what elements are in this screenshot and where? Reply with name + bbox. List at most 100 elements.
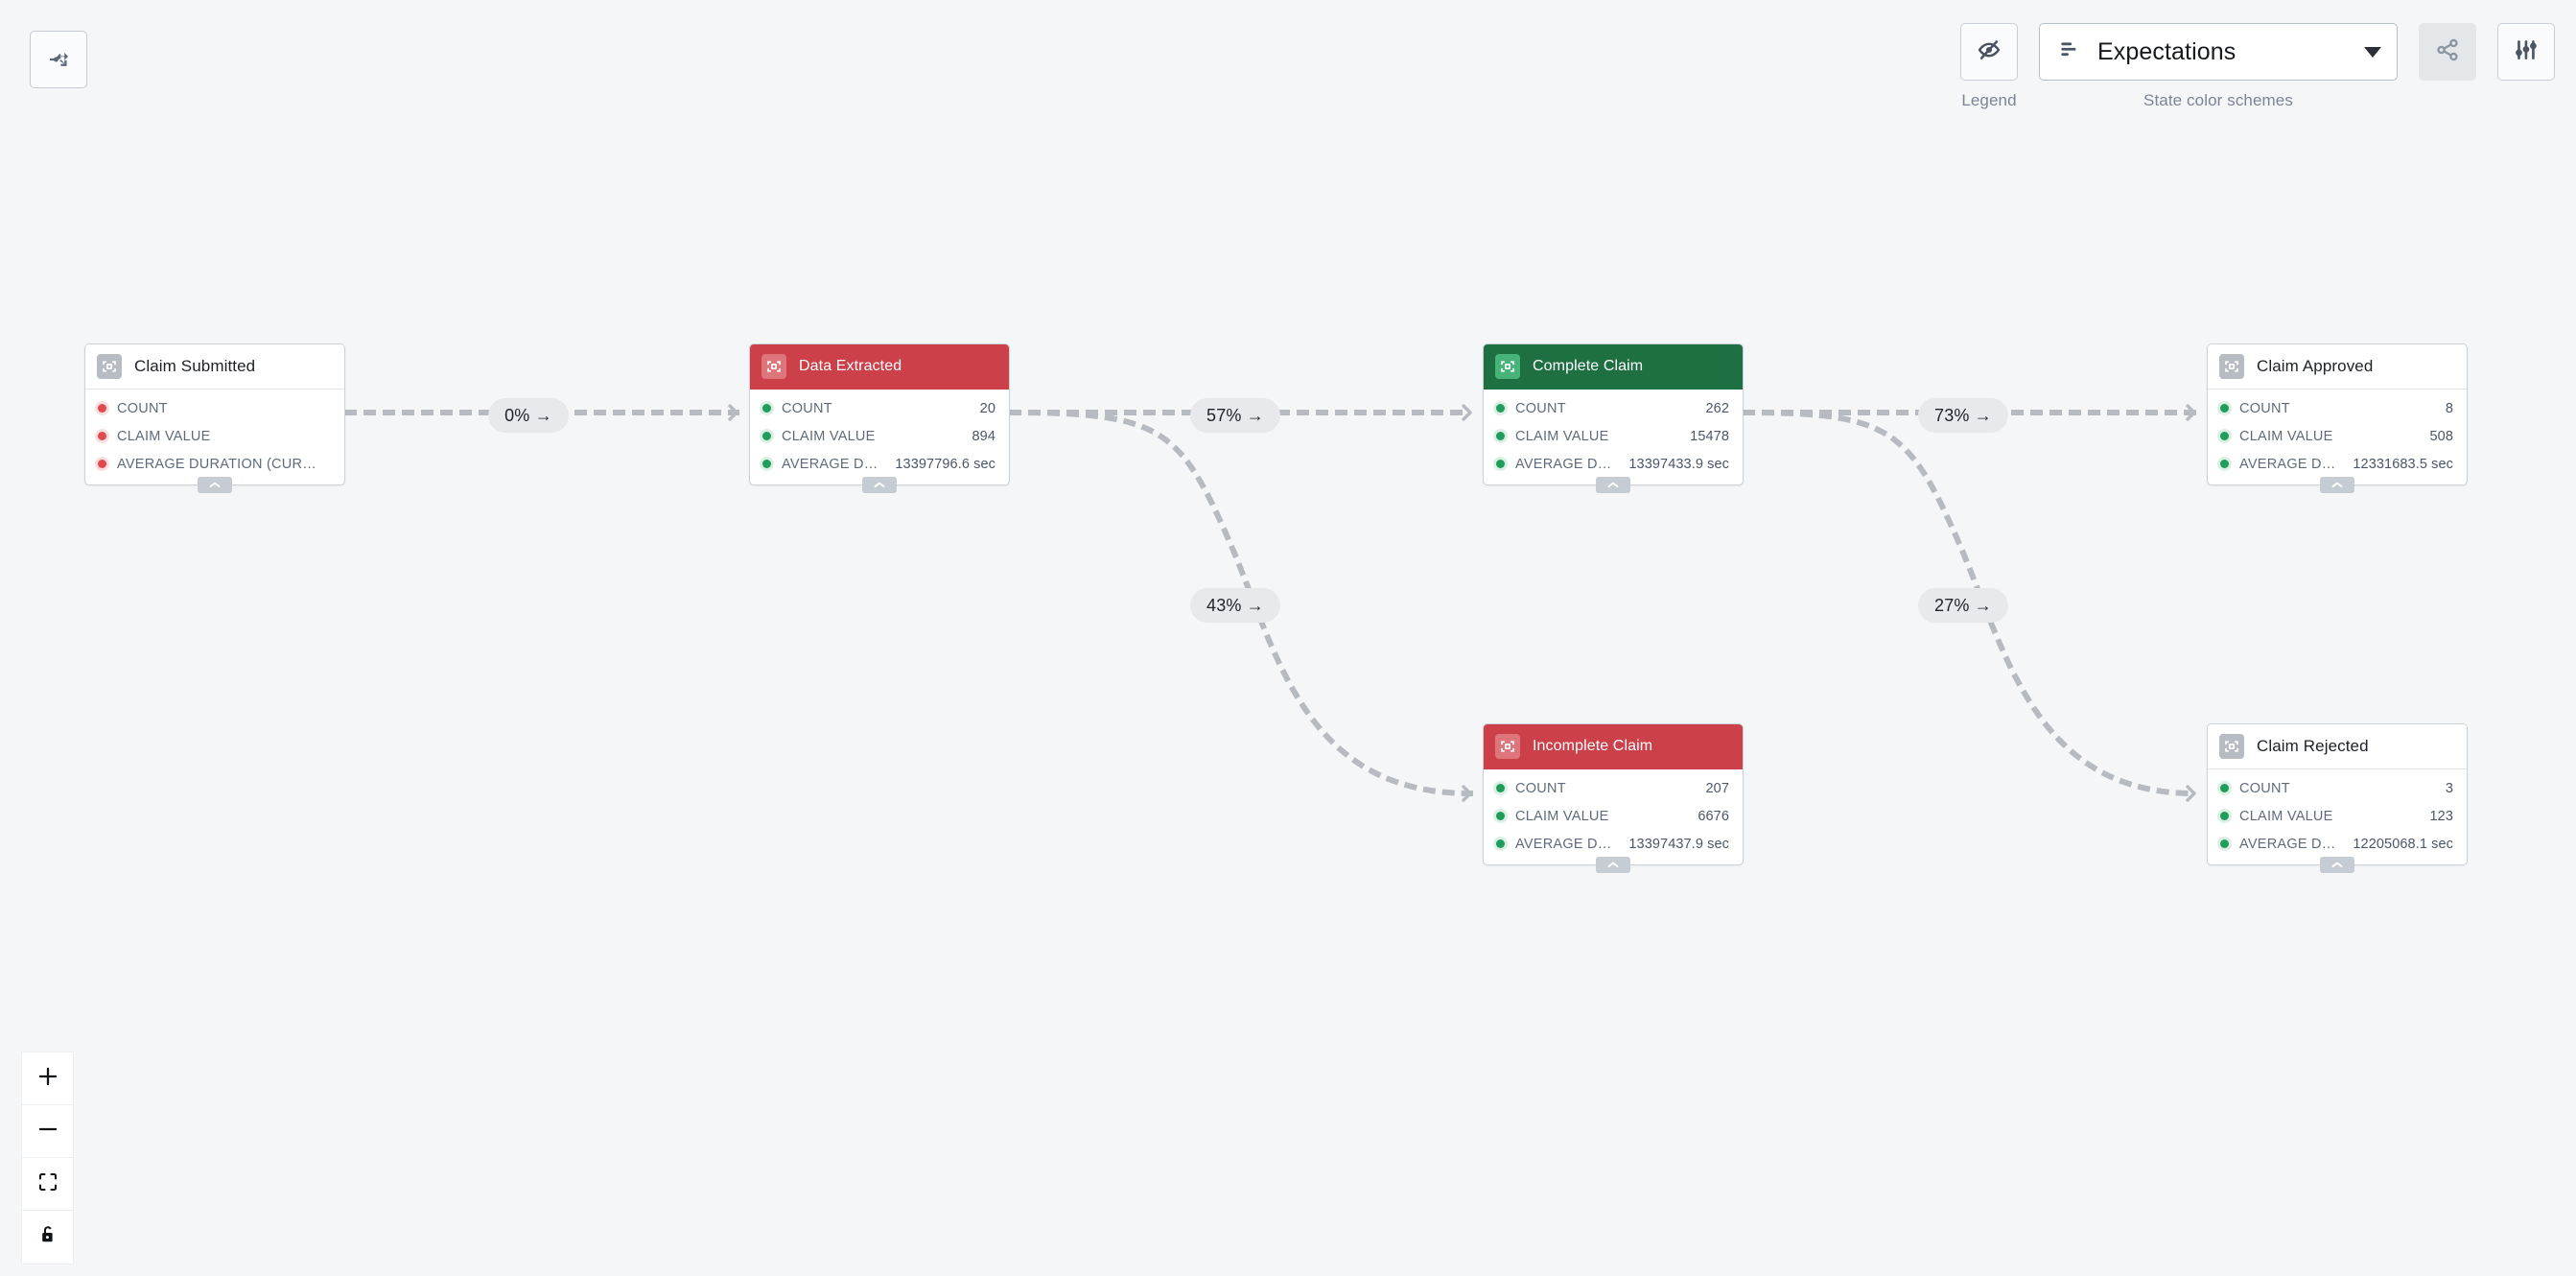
metric-row: AVERAGE DURATION (CURRENT) [85,450,344,478]
node-claim-approved[interactable]: Claim Approved COUNT 8 CLAIM VALUE 508 AVERAG… [2207,343,2468,493]
plus-icon [35,1064,60,1094]
node-claim-submitted[interactable]: Claim Submitted COUNT CLAIM VALUE AVERAGE D… [84,343,345,493]
zoom-out-button[interactable] [22,1105,73,1158]
zoom-controls [21,1052,74,1264]
metric-status-dot [98,432,106,440]
node-collapse-toggle[interactable] [2320,857,2354,873]
metric-label: AVERAGE DURATION (… [1515,456,1619,472]
node-header[interactable]: Claim Submitted [85,344,344,390]
metric-status-dot [762,460,771,468]
metric-value: 123 [2429,808,2453,824]
metric-status-dot [1496,839,1505,848]
metric-row: AVERAGE DURATION (… 13397433.9 sec [1484,450,1743,478]
metric-label: COUNT [1515,400,1566,416]
metric-status-dot [1496,812,1505,820]
metric-value: 262 [1705,400,1729,416]
metric-value: 13397796.6 sec [895,456,995,472]
metric-value: 12205068.1 sec [2353,836,2453,852]
state-scan-icon [761,354,786,379]
metric-row: AVERAGE DURATION (… 12331683.5 sec [2208,450,2467,478]
edge-label-e5[interactable]: 27% → [1917,588,2009,623]
metric-row: AVERAGE DURATION (… 13397796.6 sec [750,450,1009,478]
edge-layer [344,404,2198,802]
metric-row: CLAIM VALUE 894 [750,422,1009,450]
metric-label: AVERAGE DURATION (CURRENT) [117,456,321,472]
node-data-extracted[interactable]: Data Extracted COUNT 20 CLAIM VALUE 894 AVERA… [749,343,1010,493]
metric-status-dot [762,404,771,413]
metric-status-dot [2220,404,2229,413]
metric-value: 207 [1705,780,1729,796]
metric-row: AVERAGE DURATION (… 13397437.9 sec [1484,830,1743,858]
metric-status-dot [98,460,106,468]
zoom-in-button[interactable] [22,1052,73,1105]
node-claim-rejected[interactable]: Claim Rejected COUNT 3 CLAIM VALUE 123 AVERAG… [2207,723,2468,873]
node-collapse-toggle[interactable] [1596,857,1630,873]
metric-label: CLAIM VALUE [1515,808,1609,824]
metric-status-dot [2220,839,2229,848]
metric-label: CLAIM VALUE [2239,808,2333,824]
node-header[interactable]: Incomplete Claim [1484,724,1743,769]
state-scan-icon [1495,734,1520,759]
node-metrics: COUNT 8 CLAIM VALUE 508 AVERAGE DURATION (… 1… [2208,390,2467,484]
metric-label: CLAIM VALUE [782,428,876,444]
edge-label-e3[interactable]: 43% → [1189,588,1281,623]
node-metrics: COUNT CLAIM VALUE AVERAGE DURATION (CURREN… [85,390,344,484]
metric-row: COUNT [85,394,344,422]
minus-icon [35,1117,60,1146]
metric-status-dot [1496,784,1505,792]
flow-canvas[interactable]: Claim Submitted COUNT CLAIM VALUE AVERAGE D… [0,0,2576,1276]
node-header[interactable]: Claim Approved [2208,344,2467,390]
metric-value: 3 [2445,780,2453,796]
node-title: Claim Submitted [134,357,256,375]
metric-row: CLAIM VALUE 123 [2208,802,2467,830]
metric-status-dot [2220,784,2229,792]
metric-row: COUNT 8 [2208,394,2467,422]
node-collapse-toggle[interactable] [862,477,897,493]
metric-status-dot [98,404,106,413]
node-incomplete-claim[interactable]: Incomplete Claim COUNT 207 CLAIM VALUE 6676 A… [1483,723,1744,873]
node-title: Data Extracted [799,358,902,374]
metric-status-dot [1496,404,1505,413]
metric-value: 508 [2429,428,2453,444]
metric-label: CLAIM VALUE [2239,428,2333,444]
node-collapse-toggle[interactable] [2320,477,2354,493]
metric-row: COUNT 3 [2208,774,2467,802]
metric-label: COUNT [1515,780,1566,796]
state-scan-icon [97,354,122,379]
node-title: Incomplete Claim [1533,738,1653,754]
fit-view-button[interactable] [22,1158,73,1211]
metric-label: COUNT [2239,400,2290,416]
metric-status-dot [2220,432,2229,440]
node-complete-claim[interactable]: Complete Claim COUNT 262 CLAIM VALUE 15478 AV… [1483,343,1744,493]
metric-value: 6676 [1698,808,1729,824]
metric-row: COUNT 20 [750,394,1009,422]
node-metrics: COUNT 20 CLAIM VALUE 894 AVERAGE DURATION (…… [750,390,1009,484]
node-header[interactable]: Complete Claim [1484,344,1743,390]
metric-value: 12331683.5 sec [2353,456,2453,472]
metric-value: 13397437.9 sec [1628,836,1729,852]
node-title: Claim Approved [2257,357,2374,375]
metric-status-dot [2220,812,2229,820]
metric-status-dot [1496,460,1505,468]
metric-row: CLAIM VALUE [85,422,344,450]
state-scan-icon [2219,734,2244,759]
lock-toggle-button[interactable] [22,1211,73,1264]
metric-label: AVERAGE DURATION (… [1515,836,1619,852]
metric-row: COUNT 262 [1484,394,1743,422]
edge-label-e1[interactable]: 0% → [488,398,569,433]
node-header[interactable]: Data Extracted [750,344,1009,390]
metric-label: COUNT [782,400,832,416]
node-title: Complete Claim [1533,358,1644,374]
node-collapse-toggle[interactable] [1596,477,1630,493]
metric-status-dot [1496,432,1505,440]
node-metrics: COUNT 207 CLAIM VALUE 6676 AVERAGE DURATION … [1484,769,1743,864]
edge-label-e2[interactable]: 57% → [1189,398,1281,433]
node-header[interactable]: Claim Rejected [2208,724,2467,769]
metric-row: COUNT 207 [1484,774,1743,802]
metric-value: 13397433.9 sec [1628,456,1729,472]
metric-value: 894 [972,428,995,444]
node-collapse-toggle[interactable] [198,477,232,493]
metric-label: AVERAGE DURATION (… [2239,456,2343,472]
edge-label-e4[interactable]: 73% → [1917,398,2009,433]
node-metrics: COUNT 262 CLAIM VALUE 15478 AVERAGE DURATION… [1484,390,1743,484]
